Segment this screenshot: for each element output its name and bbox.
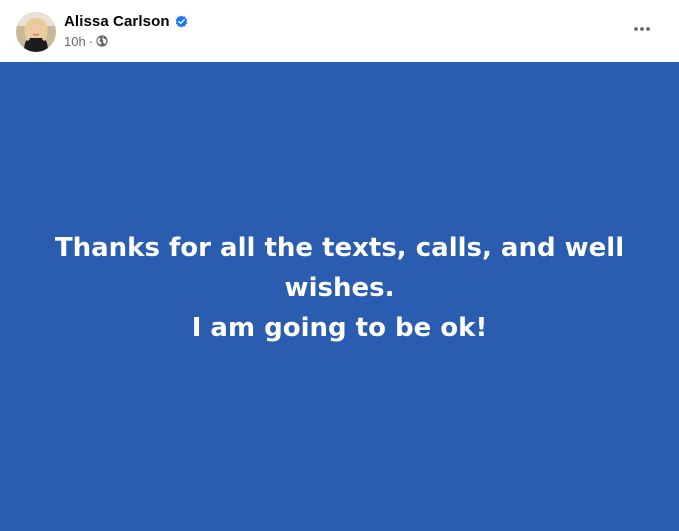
post-header: Alissa Carlson 10h · — [0, 0, 679, 62]
more-options-icon[interactable] — [629, 17, 655, 41]
post-text-background: Thanks for all the texts, calls, and wel… — [0, 62, 679, 531]
post-timestamp[interactable]: 10h — [64, 34, 86, 49]
globe-icon[interactable] — [96, 35, 108, 47]
post-message-line: Thanks for all the texts, calls, and wel… — [54, 233, 625, 303]
post-message: Thanks for all the texts, calls, and wel… — [20, 228, 660, 348]
verified-badge-icon — [175, 14, 188, 28]
author-line: Alissa Carlson — [64, 11, 188, 31]
post-message-line: I am going to be ok! — [191, 313, 488, 343]
author-avatar[interactable] — [16, 12, 56, 52]
meta-separator: · — [88, 33, 94, 49]
facebook-post: Alissa Carlson 10h · Thanks for all the … — [0, 0, 679, 531]
avatar-image — [16, 12, 56, 52]
author-name[interactable]: Alissa Carlson — [64, 13, 170, 30]
post-meta: 10h · — [64, 33, 108, 49]
